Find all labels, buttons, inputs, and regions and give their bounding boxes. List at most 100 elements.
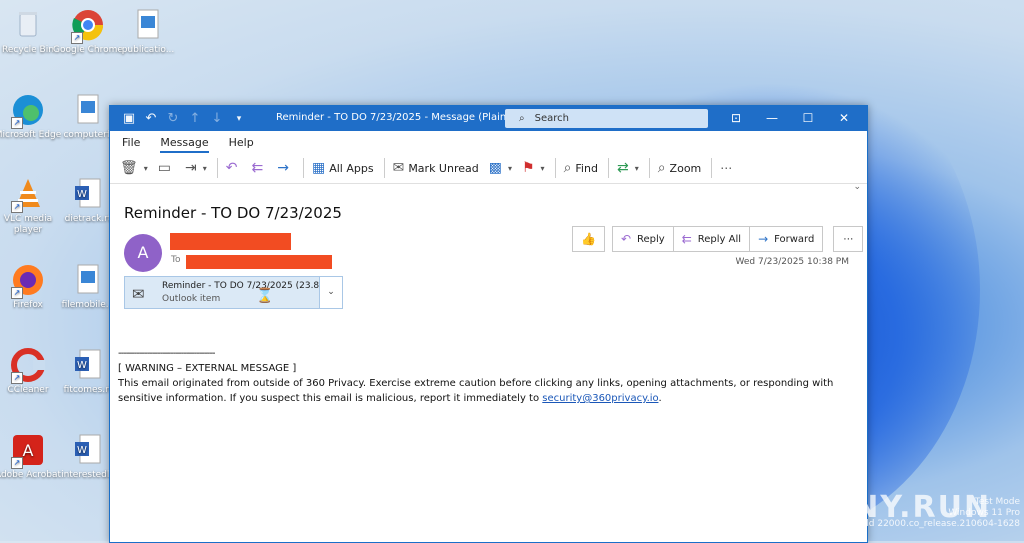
search-box[interactable]: ⌕ Search	[505, 109, 708, 128]
body-paragraph: This email originated from outside of 36…	[118, 376, 858, 406]
tab-message[interactable]: Message	[160, 136, 209, 153]
mark-unread-label: Mark Unread	[408, 161, 479, 175]
categorize-button[interactable]: ▩ ▾	[489, 160, 512, 176]
vlc-cone-icon: ↗	[11, 177, 45, 213]
shortcut-arrow-icon: ↗	[11, 372, 23, 384]
shortcut-arrow-icon: ↗	[11, 201, 23, 213]
word-document-icon: W	[71, 348, 105, 382]
reply-button[interactable]: ↶ Reply	[611, 226, 674, 252]
message-window: ▣ ↶ ↻ ↑ ↓ ▾ Reminder - TO DO 7/23/2025 -…	[109, 105, 868, 543]
title-bar: ▣ ↶ ↻ ↑ ↓ ▾ Reminder - TO DO 7/23/2025 -…	[110, 106, 867, 131]
chevron-down-icon: ▾	[143, 163, 148, 173]
translate-button[interactable]: ⇄ ▾	[617, 160, 639, 176]
forward-button[interactable]: → Forward	[749, 226, 824, 252]
redacted-sender	[170, 233, 291, 250]
previous-item-icon[interactable]: ↑	[184, 111, 206, 126]
move-folder-icon: ⇥	[185, 160, 197, 176]
archive-icon: ▭	[157, 160, 172, 176]
attachment-name: Reminder - TO DO 7/23/2025 (23.8 KB)	[162, 281, 338, 291]
svg-text:W: W	[77, 189, 87, 200]
next-item-icon[interactable]: ↓	[206, 111, 228, 126]
svg-text:W: W	[77, 360, 87, 371]
busy-cursor-icon: ⌛	[256, 288, 274, 304]
forward-ribbon-button[interactable]: →	[277, 160, 293, 176]
envelope-icon: ✉	[132, 285, 145, 303]
find-button[interactable]: ⌕ Find	[564, 160, 598, 176]
desktop-icon-publication[interactable]: publicatio...	[113, 8, 183, 56]
divider	[554, 158, 556, 178]
word-document-icon: W	[71, 433, 105, 467]
svg-text:A: A	[23, 441, 34, 460]
chevron-down-icon: ▾	[202, 163, 207, 173]
more-icon: ⋯	[720, 161, 733, 175]
edge-icon: ↗	[11, 93, 45, 129]
redo-icon[interactable]: ↻	[162, 111, 184, 126]
reply-label: Reply	[637, 233, 665, 245]
reply-icon: ↶	[620, 232, 632, 246]
zoom-label: Zoom	[669, 161, 702, 175]
delete-button[interactable]: 🗑 ▾	[120, 160, 148, 176]
image-file-icon	[71, 263, 105, 297]
test-mode-watermark: Test Mode Windows 11 Pro Build 22000.co_…	[852, 497, 1020, 530]
security-email-link[interactable]: security@360privacy.io	[542, 393, 658, 404]
reply-all-icon: ⇇	[251, 160, 264, 176]
forward-icon: →	[277, 160, 289, 176]
expand-ribbon-icon[interactable]: ⌄	[853, 182, 861, 192]
follow-up-button[interactable]: ⚑ ▾	[522, 160, 545, 176]
divider	[216, 158, 218, 178]
image-file-icon	[131, 8, 165, 42]
recycle-bin-icon	[11, 8, 45, 42]
body-end: .	[658, 393, 662, 404]
avatar[interactable]: A	[124, 234, 162, 272]
chrome-icon: ↗	[71, 8, 105, 44]
more-actions-button[interactable]: ⋯	[833, 226, 864, 252]
divider	[302, 158, 304, 178]
message-subject: Reminder - TO DO 7/23/2025	[124, 204, 342, 222]
divider	[711, 158, 713, 178]
close-button[interactable]: ✕	[826, 106, 862, 131]
test-mode-line: Build 22000.co_release.210604-1628	[851, 519, 1020, 529]
all-apps-button[interactable]: ▦ All Apps	[312, 160, 374, 176]
categorize-icon: ▩	[488, 160, 502, 176]
divider	[607, 158, 609, 178]
ribbon-display-options-icon[interactable]: ⊡	[718, 106, 754, 131]
reply-all-label: Reply All	[697, 233, 742, 245]
thumbs-up-icon: 👍	[581, 232, 596, 246]
zoom-button[interactable]: ⌕ Zoom	[658, 160, 702, 176]
firefox-icon: ↗	[11, 263, 45, 299]
attachment-menu-button[interactable]: ⌄	[319, 277, 342, 308]
more-icon: ⋯	[843, 233, 854, 245]
move-button[interactable]: ⇥ ▾	[185, 160, 207, 176]
forward-label: Forward	[774, 233, 815, 245]
test-mode-line: Test Mode	[974, 497, 1020, 507]
reply-all-button[interactable]: ⇇ Reply All	[672, 226, 751, 252]
desktop-icon-label: publicatio...	[121, 45, 175, 55]
redacted-recipient	[186, 255, 332, 269]
undo-icon[interactable]: ↶	[140, 111, 162, 126]
more-commands-button[interactable]: ⋯	[720, 161, 736, 175]
customize-toolbar-icon[interactable]: ▾	[228, 114, 250, 124]
maximize-button[interactable]: ☐	[790, 106, 826, 131]
reply-icon: ↶	[225, 160, 238, 176]
save-icon[interactable]: ▣	[118, 111, 140, 126]
body-separator: -------------------------------------	[118, 348, 216, 359]
word-document-icon: W	[71, 177, 105, 211]
zoom-icon: ⌕	[657, 160, 666, 176]
reply-all-icon: ⇇	[681, 232, 692, 246]
like-button[interactable]: 👍	[572, 226, 605, 252]
tab-help[interactable]: Help	[229, 136, 254, 153]
archive-button[interactable]: ▭	[158, 160, 175, 176]
tab-file[interactable]: File	[122, 136, 140, 153]
ccleaner-icon: ↗	[11, 348, 45, 384]
shortcut-arrow-icon: ↗	[11, 117, 23, 129]
attachment[interactable]: ✉ Reminder - TO DO 7/23/2025 (23.8 KB) O…	[124, 276, 343, 309]
chevron-down-icon: ▾	[634, 163, 639, 173]
reply-ribbon-button[interactable]: ↶	[226, 160, 242, 176]
reply-all-ribbon-button[interactable]: ⇇	[252, 160, 268, 176]
chevron-down-icon: ▾	[507, 163, 512, 173]
mark-unread-button[interactable]: ✉ Mark Unread	[393, 160, 479, 176]
shortcut-arrow-icon: ↗	[11, 287, 23, 299]
test-mode-line: Windows 11 Pro	[948, 508, 1020, 518]
search-icon: ⌕	[519, 113, 525, 124]
minimize-button[interactable]: —	[754, 106, 790, 131]
